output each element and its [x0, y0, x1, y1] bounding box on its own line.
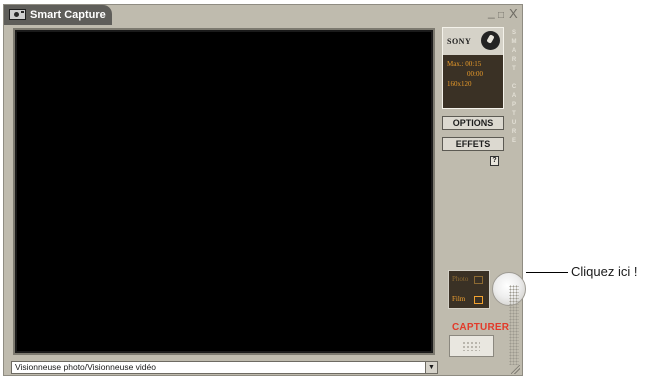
photo-icon [474, 276, 483, 284]
title-tab: Smart Capture [4, 5, 112, 25]
camera-icon [9, 9, 26, 20]
capture-label: CAPTURER [452, 322, 510, 333]
mode-film-label[interactable]: Film [452, 295, 465, 303]
callout-text: Cliquez ici ! [571, 264, 638, 279]
resolution: 160x120 [447, 80, 472, 88]
mode-selector: Photo Film [448, 270, 490, 309]
brand-logo: SONY [447, 37, 472, 46]
help-icon[interactable]: ? [490, 156, 499, 166]
viewer-dropdown-value: Visionneuse photo/Visionneuse vidéo [15, 362, 156, 372]
callout-line [526, 272, 568, 273]
grip-texture [509, 285, 519, 365]
status-display: SONY Max.: 00:15 00:00 160x120 [442, 27, 504, 109]
capture-button-dots [462, 341, 480, 351]
max-duration: Max.: 00:15 [447, 60, 482, 68]
brand-header: SONY [443, 28, 503, 55]
video-preview-frame [13, 28, 435, 355]
title-bar[interactable]: Smart Capture _ □ X [4, 5, 522, 25]
vertical-brand-text: SMART CAPTURE [511, 30, 517, 144]
minimize-button[interactable]: _ [488, 5, 495, 19]
mode-photo-label[interactable]: Photo [452, 275, 468, 283]
vertical-brand-strip: SMART CAPTURE [508, 29, 520, 189]
viewer-dropdown[interactable]: Visionneuse photo/Visionneuse vidéo ▼ [11, 361, 438, 374]
video-preview [17, 32, 431, 351]
effects-button[interactable]: EFFETS [442, 137, 504, 151]
elapsed-time: 00:00 [467, 70, 483, 78]
maximize-button[interactable]: □ [498, 9, 504, 23]
dropdown-arrow-icon[interactable]: ▼ [425, 362, 437, 373]
window-title: Smart Capture [30, 9, 106, 21]
resize-grip-icon[interactable] [511, 365, 520, 374]
options-button[interactable]: OPTIONS [442, 116, 504, 130]
smart-capture-window: Smart Capture _ □ X Visionneuse photo/Vi… [3, 4, 526, 376]
capture-info: Max.: 00:15 00:00 160x120 [447, 59, 483, 89]
capture-button[interactable] [449, 335, 494, 357]
control-panel: SONY Max.: 00:15 00:00 160x120 OPTIONS E… [442, 27, 526, 357]
film-check-icon [474, 296, 483, 304]
close-button[interactable]: X [509, 7, 518, 21]
sony-disc-icon [481, 31, 500, 50]
